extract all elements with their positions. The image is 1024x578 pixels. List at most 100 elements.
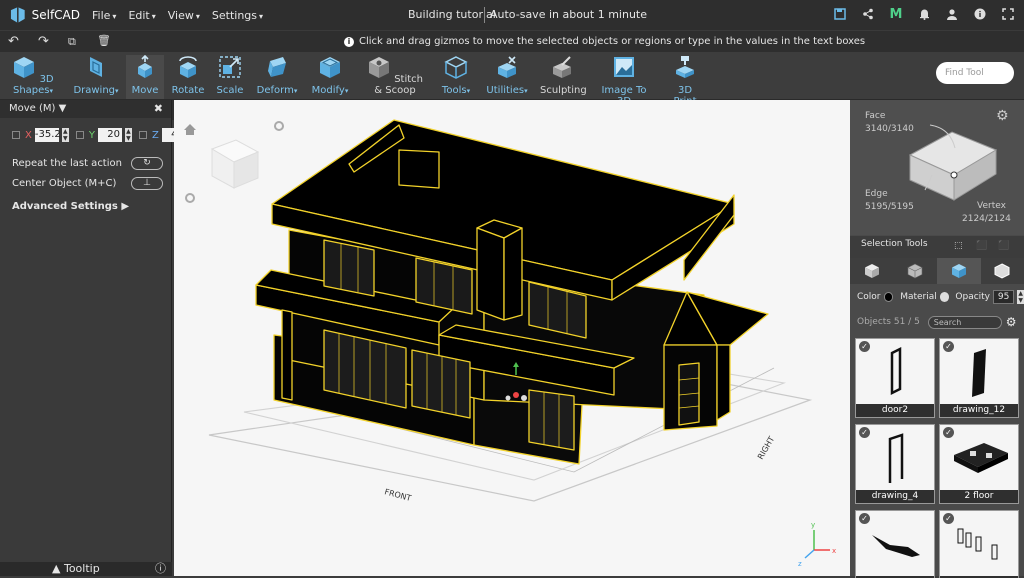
checkbox[interactable]: ✓ — [943, 341, 954, 352]
panel-title[interactable]: Move (M) — [9, 103, 55, 114]
tooltip-bar[interactable]: ▲ Tooltipⓘ — [0, 562, 172, 576]
3d-viewport[interactable]: FRONT RIGHT — [174, 100, 850, 576]
x-label: X — [25, 130, 32, 141]
y-lock-checkbox[interactable] — [76, 131, 84, 139]
vertex-count: 2124/2124 — [962, 214, 1011, 224]
checkbox[interactable]: ✓ — [859, 513, 870, 524]
app-logo[interactable]: SelfCAD — [8, 5, 80, 25]
view-cube[interactable] — [212, 140, 258, 188]
title-divider — [484, 7, 485, 23]
center-button[interactable]: ⊥ — [131, 177, 163, 190]
orbit-icon[interactable] — [275, 122, 283, 130]
x-input[interactable]: -35.2 — [35, 128, 59, 142]
sculpting-icon — [550, 55, 574, 79]
object-card-drawing-12[interactable]: ✓ drawing_12 — [939, 338, 1019, 418]
object-card[interactable]: ✓ — [855, 510, 935, 578]
scene-canvas[interactable]: FRONT RIGHT — [174, 100, 850, 576]
geometry-cube-icon[interactable] — [900, 120, 1010, 205]
x-stepper[interactable]: ▲▼ — [62, 128, 69, 142]
tool-utilities[interactable]: Utilities — [486, 55, 528, 96]
svg-text:y: y — [811, 521, 815, 529]
find-tool-input[interactable]: Find Tool — [936, 62, 1014, 84]
user-icon[interactable] — [944, 6, 960, 22]
vertex-mode-icon[interactable] — [981, 258, 1024, 284]
copy-icon[interactable]: ⧉ — [68, 35, 76, 49]
close-icon[interactable]: ✖ — [154, 100, 163, 118]
delete-icon[interactable]: 🗑 — [97, 34, 111, 47]
y-input[interactable]: 20 — [98, 128, 122, 142]
select-cube-icon[interactable]: ⬛ — [976, 238, 987, 254]
document-title[interactable]: Building tutorial — [408, 8, 496, 21]
tool-drawing[interactable]: Drawing — [72, 55, 120, 96]
m-icon[interactable]: M — [888, 6, 904, 22]
undo-icon[interactable]: ↶ — [8, 34, 19, 49]
select-area-icon[interactable]: ⬚ — [954, 238, 963, 254]
menu-view[interactable]: View — [168, 9, 200, 22]
chevron-up-icon: ▲ — [52, 562, 64, 575]
mesh-mode-icon[interactable] — [894, 258, 938, 284]
info-icon[interactable] — [972, 6, 988, 22]
camera-icon[interactable] — [186, 194, 194, 202]
stitch-scoop-icon — [367, 55, 391, 79]
object-card[interactable]: ✓ — [939, 510, 1019, 578]
dropdown-icon[interactable]: ▼ — [55, 103, 66, 114]
color-swatch[interactable] — [884, 292, 894, 302]
select-cube2-icon[interactable]: ⬛ — [998, 238, 1009, 254]
color-material-row: Color Material Opacity 95 ▲▼ — [850, 286, 1024, 308]
repeat-label: Repeat the last action — [12, 158, 122, 169]
right-label: RIGHT — [756, 435, 776, 461]
y-stepper[interactable]: ▲▼ — [125, 128, 132, 142]
tool-tools[interactable]: Tools — [440, 55, 472, 96]
tool-rotate[interactable]: Rotate — [170, 55, 206, 96]
x-lock-checkbox[interactable] — [12, 131, 20, 139]
face-label: Face — [865, 111, 885, 121]
menu-settings[interactable]: Settings — [212, 9, 263, 22]
object-card-drawing-4[interactable]: ✓ drawing_4 — [855, 424, 935, 504]
share-icon[interactable] — [860, 6, 876, 22]
object-card-2-floor[interactable]: ✓ 2 floor — [939, 424, 1019, 504]
face-mode-icon[interactable] — [937, 258, 981, 284]
building-model[interactable] — [256, 120, 768, 464]
tool-deform[interactable]: Deform — [256, 55, 298, 96]
fullscreen-icon[interactable] — [1000, 6, 1016, 22]
save-icon[interactable] — [832, 6, 848, 22]
repeat-button[interactable]: ↻ — [131, 157, 163, 170]
panel-header: Move (M) ▼ ✖ — [0, 100, 171, 118]
advanced-settings-toggle[interactable]: Advanced Settings ▶ — [12, 201, 129, 212]
geometry-selector: Face 3140/3140 Edge 5195/5195 Vertex 212… — [850, 100, 1024, 235]
drawing-icon — [84, 55, 108, 79]
tool-stitch-scoop[interactable]: Stitch & Scoop — [362, 55, 428, 96]
bell-icon[interactable] — [916, 6, 932, 22]
tool-modify[interactable]: Modify — [310, 55, 350, 96]
home-icon[interactable] — [184, 124, 196, 135]
objects-header: Objects 51 / 5 Search ⚙ — [850, 311, 1024, 333]
selection-modes — [850, 258, 1024, 284]
checkbox[interactable]: ✓ — [859, 427, 870, 438]
hint-bar: ↶ ↷ ⧉ 🗑 i Click and drag gizmos to move … — [0, 30, 1024, 52]
y-label: Y — [89, 130, 95, 141]
opacity-stepper[interactable]: ▲▼ — [1017, 290, 1024, 304]
tool-move[interactable]: Move — [126, 55, 164, 99]
tool-3d-shapes[interactable]: 3D Shapes — [4, 55, 62, 96]
checkbox[interactable]: ✓ — [859, 341, 870, 352]
z-label: Z — [152, 130, 159, 141]
object-mode-icon[interactable] — [850, 258, 894, 284]
checkbox[interactable]: ✓ — [943, 513, 954, 524]
material-icon[interactable] — [940, 292, 950, 302]
svg-text:z: z — [798, 560, 802, 568]
xyz-inputs: X -35.2 ▲▼ Y 20 ▲▼ Z 41 ▲▼ — [12, 128, 196, 142]
object-card-door2[interactable]: ✓ door2 — [855, 338, 935, 418]
object-search-input[interactable]: Search — [928, 316, 1002, 329]
top-icons: M — [832, 6, 1016, 22]
menu-file[interactable]: File — [92, 9, 116, 22]
redo-icon[interactable]: ↷ — [38, 34, 49, 49]
gear-icon[interactable]: ⚙ — [1006, 315, 1017, 329]
z-lock-checkbox[interactable] — [139, 131, 147, 139]
tool-sculpting[interactable]: Sculpting — [540, 55, 584, 96]
opacity-input[interactable]: 95 — [993, 290, 1014, 304]
tool-scale[interactable]: Scale — [214, 55, 246, 96]
object-grid: ✓ door2 ✓ drawing_12 ✓ drawing_4 ✓ 2 flo… — [855, 338, 1023, 578]
checkbox[interactable]: ✓ — [943, 427, 954, 438]
menu-edit[interactable]: Edit — [128, 9, 155, 22]
info-icon[interactable]: ⓘ — [155, 562, 166, 576]
